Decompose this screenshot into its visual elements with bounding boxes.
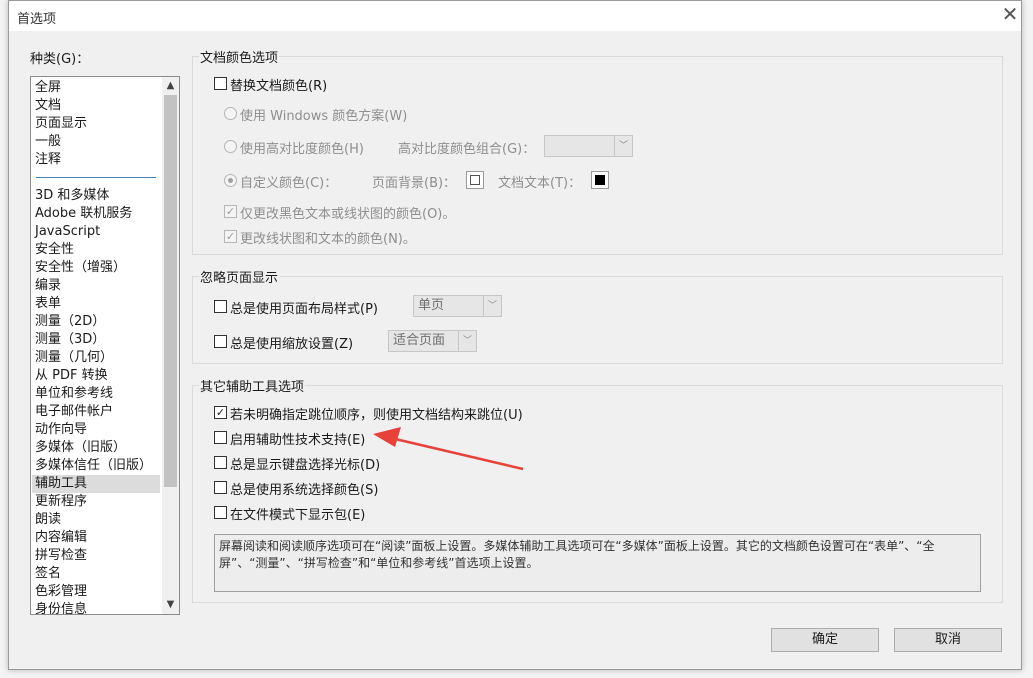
annotation-arrow-icon xyxy=(373,427,524,471)
preferences-dialog: 首选项 ✕ 种类(G)： 全屏 文档 页面显示 一般 注释 3D 和多媒体 Adobe 联… xyxy=(8,0,1022,670)
background-window-right xyxy=(1021,0,1033,678)
